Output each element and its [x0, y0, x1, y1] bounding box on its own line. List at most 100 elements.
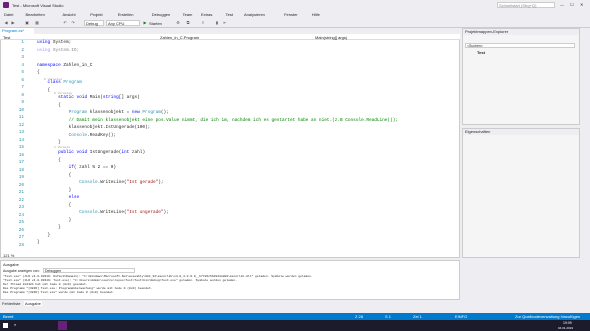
status-line: Z 28	[355, 314, 364, 319]
menu-fenster[interactable]: Fenster	[284, 12, 298, 17]
platform-select[interactable]: Any CPU	[106, 20, 140, 26]
properties-title: Eigenschaften	[463, 129, 579, 135]
line-number: 27	[18, 235, 24, 240]
title-bar: Test - Microsoft Visual Studio Schnellst…	[0, 0, 590, 16]
line-number: 2	[21, 47, 24, 53]
menu-debuggen[interactable]: Debuggen	[152, 12, 170, 17]
line-number: 28	[18, 242, 24, 248]
line-number: 8	[21, 92, 24, 98]
code-line: {	[37, 172, 72, 178]
quicklaunch-input[interactable]: Schnellstart (Strg+Q)	[497, 2, 555, 8]
output-panel: Ausgabe Ausgabe anzeigen von: Debuggen "…	[0, 260, 460, 300]
redo-icon[interactable]: ↷	[70, 20, 76, 26]
code-line: {	[37, 102, 61, 108]
menu-team[interactable]: Team	[183, 12, 193, 17]
menu-projekt[interactable]: Projekt	[90, 12, 102, 17]
status-col: S 1	[385, 314, 392, 319]
menu-extras[interactable]: Extras	[201, 12, 212, 17]
toolbar-icon-4[interactable]: ⇤	[222, 20, 228, 26]
source-control-button[interactable]: Zur Quellcodeverwaltung hinzufügen	[515, 314, 580, 319]
code-line: Program klassenobjekt = new Program();	[68, 110, 169, 115]
code-line: {	[37, 87, 51, 93]
menu-erstellen[interactable]: Erstellen	[118, 12, 134, 17]
toolbar-icon-3[interactable]: ≡	[200, 20, 206, 26]
menu-bar: Datei Bearbeiten Ansicht Projekt Erstellen De…	[0, 11, 590, 18]
start-icon[interactable]: ▶	[142, 20, 148, 26]
menu-bearbeiten[interactable]: Bearbeiten	[26, 12, 45, 17]
solution-search-input[interactable]: <Suchen>	[465, 43, 575, 48]
line-number: 21	[18, 190, 24, 195]
windows-start-icon[interactable]	[3, 323, 8, 328]
code-line: Console.ReadKey();	[68, 132, 117, 138]
status-text: Bereit	[3, 314, 14, 319]
code-line: }	[37, 232, 51, 238]
back-icon[interactable]: ◀	[3, 20, 9, 26]
code-line: }	[37, 187, 72, 193]
tab-output[interactable]: Ausgabe	[24, 301, 42, 306]
solution-tree-item[interactable]: Test	[477, 50, 485, 55]
line-number: 10	[18, 107, 24, 113]
code-line: }	[37, 240, 40, 245]
zoom-level[interactable]: 121 %	[3, 253, 14, 258]
output-title: Ausgabe	[3, 262, 19, 267]
bookmark-icon[interactable]: ▮	[214, 20, 220, 26]
line-number: 17	[18, 160, 24, 165]
start-button[interactable]: Starten	[149, 21, 162, 26]
code-line: public void IstUngerade(int zahl)	[58, 150, 146, 155]
vs-taskbar-icon[interactable]	[58, 321, 67, 330]
code-line: using System.IO;	[37, 47, 80, 53]
code-line: class Program	[47, 80, 82, 85]
code-line: Console.WriteLine("Ist ungerade");	[79, 210, 169, 215]
menu-analysieren[interactable]: Analysieren	[244, 12, 265, 17]
close-button[interactable]: ✕	[580, 2, 583, 7]
output-source-select[interactable]: Debuggen	[43, 268, 135, 273]
references-hint[interactable]: 1 Verweis	[54, 146, 70, 149]
forward-icon[interactable]: ▶	[10, 20, 16, 26]
menu-test[interactable]: Test	[226, 12, 233, 17]
line-number: 15	[18, 145, 24, 150]
minimize-button[interactable]: —	[560, 2, 564, 7]
toolbar-icon-1[interactable]: ⚙	[175, 20, 181, 26]
config-select[interactable]: Debug	[84, 20, 104, 26]
code-line: // Damit mein klassenobjekt eine pos.Val…	[68, 117, 398, 123]
line-number: 6	[21, 77, 24, 83]
line-number: 23	[18, 205, 24, 210]
line-number: 11	[18, 115, 24, 120]
menu-ansicht[interactable]: Ansicht	[63, 12, 76, 17]
code-line: if( zahl % 2 == 0)	[68, 165, 117, 170]
code-line: else	[68, 195, 80, 200]
tab-error-list[interactable]: Fehlerliste	[2, 301, 20, 306]
output-tabs: Fehlerliste Ausgabe	[0, 300, 460, 307]
line-number: 20	[18, 182, 24, 188]
line-number: 4	[21, 62, 24, 68]
clock-date[interactable]: 04.01.2019	[558, 326, 573, 330]
search-icon[interactable]: ⌕	[14, 322, 16, 327]
status-insert: EINFG	[455, 314, 468, 319]
undo-icon[interactable]: ↶	[62, 20, 68, 26]
status-bar: Bereit Z 28 S 1 Zei 1 EINFG Zur Quellcod…	[0, 313, 590, 320]
maximize-button[interactable]: ☐	[570, 2, 574, 7]
line-number: 13	[18, 130, 24, 135]
window-title: Test - Microsoft Visual Studio	[12, 3, 64, 8]
code-line: klassenobjekt.IstUngerade(100);	[37, 125, 151, 130]
line-number: 24	[18, 212, 24, 218]
solution-explorer: Projektmappen-Explorer <Suchen> Test	[462, 28, 580, 125]
new-icon[interactable]: ▣	[24, 20, 30, 26]
save-icon[interactable]: ▦	[34, 20, 40, 26]
menu-datei[interactable]: Datei	[4, 12, 13, 17]
line-number: 9	[21, 100, 24, 105]
line-number: 5	[21, 70, 24, 75]
line-number: 12	[18, 122, 24, 128]
menu-hilfe[interactable]: Hilfe	[312, 12, 320, 17]
code-line: Console.WriteLine("Ist gerade");	[79, 180, 164, 185]
line-number: 1	[21, 40, 24, 45]
clock-time[interactable]: 19:09	[563, 321, 572, 325]
properties-panel: Eigenschaften	[462, 128, 580, 258]
code-area[interactable]: 1 2 3 4 5 6 7 8 9 10 11 12 13 14 15 16 17 18 19 20 21 22 23 24 2…	[0, 40, 455, 252]
toolbar-icon-2[interactable]: ⧉	[185, 20, 191, 26]
line-number: 19	[18, 175, 24, 180]
line-number: 25	[18, 220, 24, 225]
toolbar: ◀ ▶ ▣ ▦ ↶ ↷ Debug Any CPU ▶ Starten ⚙ ⧉ …	[0, 18, 590, 28]
vs-logo-icon	[3, 2, 9, 8]
output-source-label: Ausgabe anzeigen von:	[3, 269, 40, 273]
